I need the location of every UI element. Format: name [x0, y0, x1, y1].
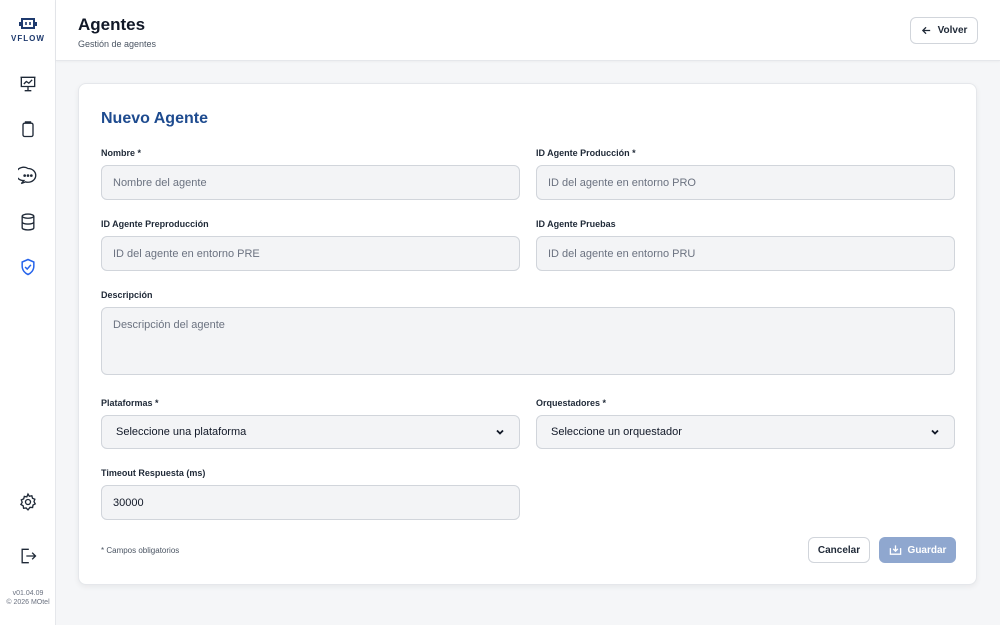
database-icon — [21, 213, 35, 231]
save-button[interactable]: Guardar — [879, 537, 956, 563]
logo-text: VFLOW — [11, 34, 45, 43]
id-pre-field[interactable] — [101, 236, 520, 271]
sidebar: VFLOW v01.04.09 © 2026 MOtel — [0, 0, 56, 625]
sidebar-item-dashboard[interactable] — [16, 72, 40, 96]
orquestadores-label: Orquestadores * — [536, 398, 607, 408]
descripcion-label: Descripción — [101, 290, 153, 300]
timeout-field[interactable] — [101, 485, 520, 520]
sidebar-item-settings[interactable] — [16, 490, 40, 514]
sidebar-item-database[interactable] — [16, 210, 40, 234]
plataformas-label: Plataformas * — [101, 398, 159, 408]
plataformas-select[interactable]: Seleccione una plataforma — [101, 415, 520, 449]
sidebar-item-logout[interactable] — [16, 544, 40, 568]
sidebar-item-tasks[interactable] — [16, 117, 40, 141]
id-pru-label: ID Agente Pruebas — [536, 219, 616, 229]
back-button-label: Volver — [937, 25, 968, 36]
page-title: Agentes — [78, 15, 146, 34]
form-title: Nuevo Agente — [101, 110, 208, 127]
id-pro-label: ID Agente Producción * — [536, 148, 636, 158]
new-agent-card: Nuevo Agente Nombre * ID Agente Producci… — [78, 83, 977, 585]
page-subtitle: Gestión de agentes — [78, 39, 157, 49]
nombre-label: Nombre * — [101, 148, 142, 158]
arrow-left-icon — [921, 26, 930, 35]
vflow-logo-icon — [19, 18, 37, 29]
chat-bubble-icon — [18, 166, 37, 185]
logout-icon — [21, 548, 37, 564]
chevron-down-icon — [496, 429, 504, 435]
page-header: Agentes Gestión de agentes Volver — [56, 0, 1000, 61]
app-logo[interactable]: VFLOW — [0, 16, 56, 43]
orquestadores-selected: Seleccione un orquestador — [551, 426, 682, 438]
orquestadores-select[interactable]: Seleccione un orquestador — [536, 415, 955, 449]
shield-check-icon — [21, 258, 35, 276]
gear-icon — [20, 492, 37, 511]
save-tray-icon — [889, 545, 901, 555]
id-pru-field[interactable] — [536, 236, 955, 271]
clipboard-icon — [22, 121, 34, 138]
presentation-chart-icon — [20, 76, 36, 92]
nombre-field[interactable] — [101, 165, 520, 200]
required-fields-note: * Campos obligatorios — [101, 546, 180, 555]
chevron-down-icon — [931, 429, 939, 435]
cancel-button-label: Cancelar — [817, 544, 861, 556]
cancel-button[interactable]: Cancelar — [808, 537, 870, 563]
id-pre-label: ID Agente Preproducción — [101, 219, 209, 229]
id-pro-field[interactable] — [536, 165, 955, 200]
save-button-label: Guardar — [907, 544, 947, 556]
version-label: v01.04.09 — [12, 590, 44, 597]
copyright-label: © 2026 MOtel — [6, 599, 50, 606]
descripcion-field[interactable] — [101, 307, 955, 375]
sidebar-item-chat[interactable] — [16, 164, 40, 188]
sidebar-item-agents[interactable] — [16, 255, 40, 279]
plataformas-selected: Seleccione una plataforma — [116, 426, 247, 438]
back-button[interactable]: Volver — [910, 17, 978, 44]
timeout-label: Timeout Respuesta (ms) — [101, 468, 206, 478]
